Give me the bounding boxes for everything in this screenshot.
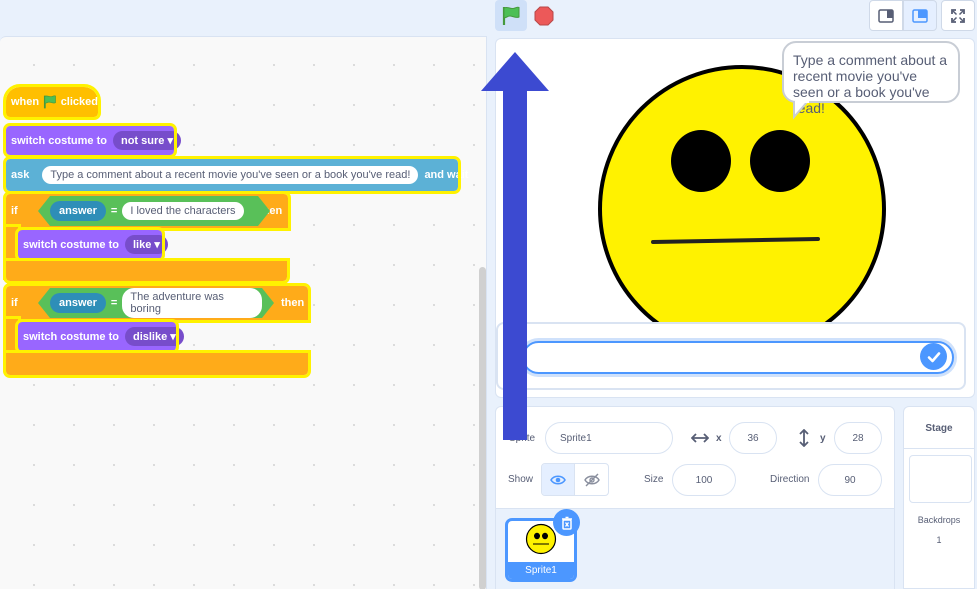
green-flag-button[interactable] — [495, 0, 527, 31]
answer-input[interactable] — [522, 341, 954, 374]
costume-dropdown[interactable]: like ▾ — [124, 235, 168, 254]
check-icon — [927, 351, 940, 362]
costume-dropdown[interactable]: not sure ▾ — [112, 131, 181, 150]
costume-dropdown-value: dislike — [132, 331, 168, 343]
stage-selector-pane[interactable]: Stage Backdrops 1 — [903, 406, 975, 589]
compare-value-input[interactable]: I loved the characters — [122, 202, 243, 220]
equals-operator[interactable]: answer = The adventure was boring — [38, 288, 274, 318]
if-label: if — [11, 205, 18, 217]
horizontal-arrows-icon — [691, 433, 709, 443]
if-block-bottom — [3, 350, 311, 378]
stage-canvas[interactable]: Type a comment about a recent movie you'… — [495, 38, 975, 398]
equals-sign: = — [110, 297, 118, 309]
submit-answer-button[interactable] — [920, 343, 947, 370]
hat-clicked-label: clicked — [60, 96, 98, 108]
speech-bubble-tail — [793, 101, 809, 120]
switch-costume-block[interactable]: switch costume to not sure ▾ — [3, 123, 181, 158]
smiley-thumbnail — [525, 523, 557, 555]
switch-costume-block[interactable]: switch costume to dislike ▾ — [15, 319, 184, 354]
eye-icon — [550, 474, 566, 485]
stop-button[interactable] — [528, 0, 560, 31]
ask-label: ask — [11, 169, 30, 181]
ask-prompt-box — [496, 322, 966, 390]
delete-sprite-button[interactable] — [553, 509, 580, 536]
speech-bubble: Type a comment about a recent movie you'… — [782, 41, 960, 116]
costume-dropdown-value: like — [132, 239, 152, 251]
compare-value-input[interactable]: The adventure was boring — [122, 288, 262, 318]
show-visible-button[interactable] — [542, 464, 576, 495]
sprite-info: Sprite Sprite1 x 36 y 28 Show Size 100 D… — [496, 407, 894, 509]
green-flag-icon — [44, 95, 56, 109]
code-scrollbar[interactable] — [479, 267, 486, 589]
direction-field[interactable]: 90 — [818, 464, 882, 496]
sprite-tile-label: Sprite1 — [508, 562, 574, 579]
equals-sign: = — [110, 205, 118, 217]
costume-dropdown-value: not sure — [120, 135, 165, 147]
direction-label: Direction — [770, 474, 810, 485]
code-area[interactable]: when clicked switch costume to not sure … — [0, 36, 487, 589]
y-label: y — [820, 433, 826, 444]
switch-costume-label: switch costume to — [23, 238, 119, 251]
equals-operator[interactable]: answer = I loved the characters — [38, 196, 270, 226]
ask-question-input[interactable]: Type a comment about a recent movie you'… — [42, 166, 419, 184]
vertical-arrows-icon — [799, 429, 809, 447]
fullscreen-button[interactable] — [941, 0, 975, 31]
size-field[interactable]: 100 — [672, 464, 736, 496]
eye-slash-icon — [583, 473, 600, 486]
small-stage-icon — [878, 8, 894, 23]
backdrops-count: 1 — [936, 535, 942, 545]
stage-pane-title: Stage — [904, 407, 974, 449]
green-flag-icon — [502, 6, 520, 25]
x-label: x — [716, 433, 722, 444]
sprite-name-field[interactable]: Sprite1 — [545, 422, 673, 454]
show-toggle — [541, 463, 609, 496]
normal-stage-button[interactable] — [903, 0, 937, 31]
normal-stage-icon — [912, 8, 928, 23]
backdrops-label: Backdrops — [917, 515, 961, 525]
sprite-name-value: Sprite1 — [560, 432, 592, 444]
chevron-down-icon: ▾ — [170, 331, 176, 343]
if-then-label: then — [281, 297, 305, 309]
x-field[interactable]: 36 — [729, 422, 777, 454]
show-hidden-button[interactable] — [575, 464, 608, 495]
size-value: 100 — [695, 474, 713, 486]
answer-reporter[interactable]: answer — [50, 201, 106, 221]
chevron-down-icon: ▾ — [167, 135, 173, 147]
show-label: Show — [508, 474, 534, 485]
size-label: Size — [644, 474, 664, 485]
chevron-down-icon: ▾ — [154, 239, 160, 251]
switch-costume-label: switch costume to — [23, 330, 119, 343]
costume-dropdown[interactable]: dislike ▾ — [124, 327, 184, 346]
stage-thumbnail[interactable] — [909, 455, 972, 503]
switch-costume-block[interactable]: switch costume to like ▾ — [15, 227, 168, 262]
when-flag-clicked-block[interactable]: when clicked — [3, 84, 101, 120]
direction-value: 90 — [844, 474, 856, 486]
sprite-name-label: Sprite — [509, 433, 536, 444]
hat-when-label: when — [11, 96, 40, 108]
if-block-bottom — [3, 258, 290, 284]
y-value: 28 — [852, 432, 864, 444]
ask-and-wait-block[interactable]: ask Type a comment about a recent movie … — [3, 156, 468, 194]
y-field[interactable]: 28 — [834, 422, 882, 454]
ask-suffix-label: and wait — [424, 169, 469, 181]
x-value: 36 — [747, 432, 759, 444]
stop-icon — [534, 6, 554, 25]
answer-reporter[interactable]: answer — [50, 293, 106, 313]
sprite-pane: Sprite Sprite1 x 36 y 28 Show Size 100 D… — [495, 406, 895, 589]
switch-costume-label: switch costume to — [11, 134, 107, 147]
fullscreen-icon — [951, 8, 965, 23]
trash-icon — [561, 516, 572, 530]
small-stage-button[interactable] — [869, 0, 903, 31]
stage-header — [0, 0, 977, 36]
if-label: if — [11, 297, 18, 309]
